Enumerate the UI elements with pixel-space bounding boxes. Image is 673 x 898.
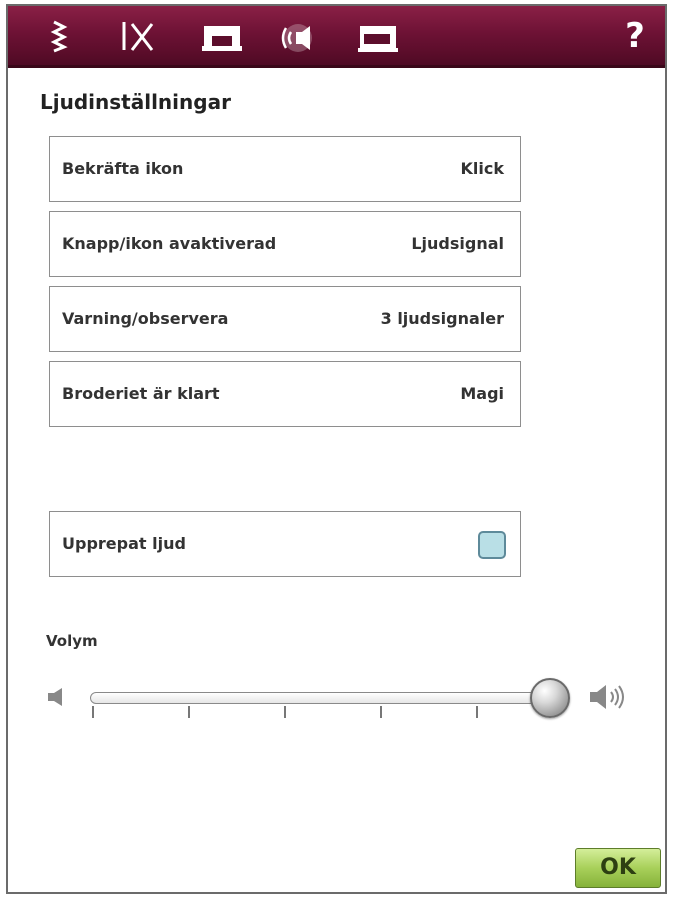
volume-tick bbox=[188, 706, 190, 718]
volume-min-icon bbox=[48, 688, 62, 706]
setting-value: 3 ljudsignaler bbox=[380, 309, 504, 328]
volume-tick bbox=[476, 706, 478, 718]
setting-label: Broderiet är klart bbox=[62, 384, 220, 403]
setting-value: Magi bbox=[460, 384, 504, 403]
tab-stitch-settings[interactable] bbox=[36, 14, 84, 58]
tab-sewing-settings[interactable] bbox=[114, 14, 162, 58]
setting-label: Upprepat ljud bbox=[62, 534, 186, 553]
setting-row-embroidery-done[interactable]: Broderiet är klart Magi bbox=[49, 361, 521, 427]
setting-row-repeat-sound: Upprepat ljud bbox=[49, 511, 521, 577]
zigzag-stitch-icon bbox=[50, 20, 68, 53]
tab-sound-settings[interactable] bbox=[274, 16, 322, 60]
setting-row-button-disabled[interactable]: Knapp/ikon avaktiverad Ljudsignal bbox=[49, 211, 521, 277]
speaker-icon bbox=[281, 24, 312, 52]
embroidery-machine-icon bbox=[358, 26, 398, 52]
repeat-sound-checkbox[interactable] bbox=[478, 531, 506, 559]
sewing-machine-icon bbox=[202, 26, 242, 51]
help-button[interactable]: ? bbox=[617, 12, 653, 60]
volume-tick bbox=[284, 706, 286, 718]
setting-label: Varning/observera bbox=[62, 309, 229, 328]
volume-label: Volym bbox=[46, 632, 98, 650]
setting-label: Bekräfta ikon bbox=[62, 159, 184, 178]
volume-tick bbox=[92, 706, 94, 718]
needle-scissors-icon bbox=[122, 22, 154, 51]
volume-slider-track[interactable] bbox=[90, 692, 560, 704]
setting-value: Klick bbox=[460, 159, 505, 178]
setting-value: Ljudsignal bbox=[411, 234, 504, 253]
tab-embroidery-settings[interactable] bbox=[354, 14, 402, 58]
top-toolbar: ? bbox=[8, 6, 665, 68]
settings-window: ? Ljudinställningar Bekräfta ikon Klick … bbox=[6, 4, 667, 894]
volume-tick bbox=[380, 706, 382, 718]
setting-label: Knapp/ikon avaktiverad bbox=[62, 234, 277, 253]
setting-row-warning[interactable]: Varning/observera 3 ljudsignaler bbox=[49, 286, 521, 352]
setting-row-confirm-icon[interactable]: Bekräfta ikon Klick bbox=[49, 136, 521, 202]
volume-max-icon bbox=[590, 685, 624, 709]
ok-button[interactable]: OK bbox=[575, 848, 661, 888]
volume-slider-knob[interactable] bbox=[530, 678, 570, 718]
page-title: Ljudinställningar bbox=[40, 90, 231, 114]
tab-machine-settings[interactable] bbox=[198, 14, 246, 58]
